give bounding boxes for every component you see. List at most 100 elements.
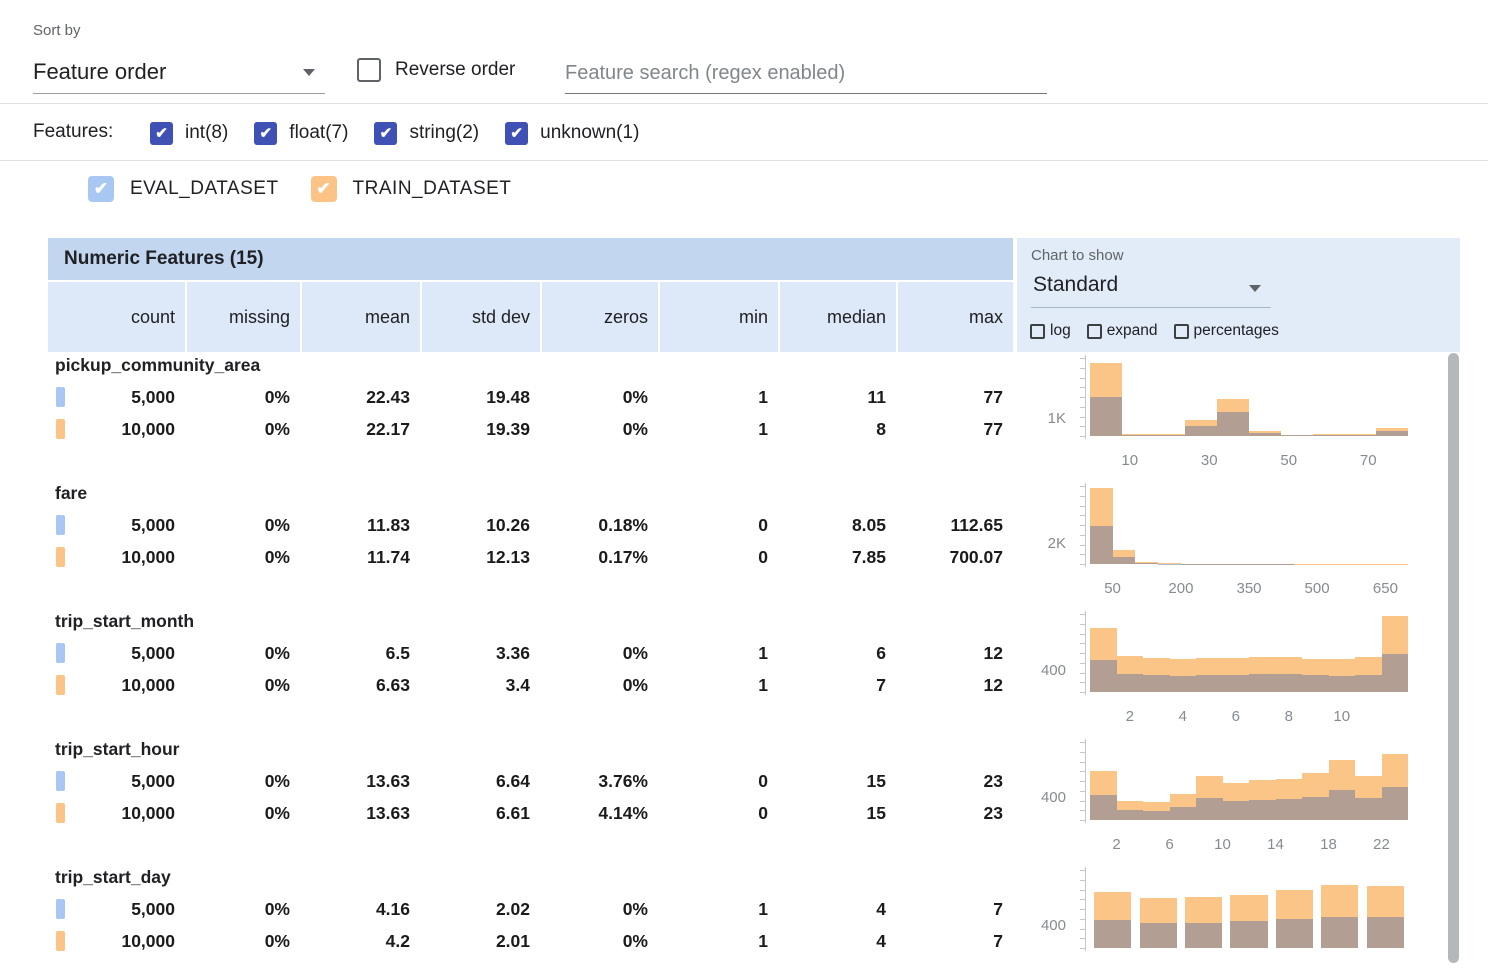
x-axis-tick-label: 10: [1320, 708, 1364, 725]
checkbox-checked-icon[interactable]: ✔: [505, 122, 528, 145]
stat-train-median: 8: [780, 414, 896, 444]
y-axis-tick: [1080, 781, 1085, 782]
histogram-plot[interactable]: [1090, 486, 1408, 564]
histogram-bar-eval: [1355, 798, 1382, 820]
histogram-bar-eval: [1367, 917, 1404, 948]
histogram-bar-eval: [1196, 675, 1223, 692]
stat-train-max: 700.07: [898, 542, 1013, 572]
histogram-bar-eval: [1090, 660, 1117, 692]
stat-train-count: 10,000: [48, 926, 185, 956]
y-axis-tick: [1080, 752, 1085, 753]
stat-eval-zeros: 0.18%: [542, 510, 658, 540]
feature-type-label: unknown(1): [540, 122, 639, 144]
feature-type-filters: ✔int(8)✔float(7)✔string(2)✔unknown(1): [150, 117, 639, 149]
checkbox-checked-icon[interactable]: ✔: [88, 176, 114, 202]
dataset-toggle-train_dataset[interactable]: ✔TRAIN_DATASET: [311, 176, 512, 202]
stat-train-zeros: 0.17%: [542, 542, 658, 572]
histogram-bar-eval: [1140, 923, 1177, 948]
dataset-toggle-eval_dataset[interactable]: ✔EVAL_DATASET: [88, 176, 279, 202]
feature-type-filter-float[interactable]: ✔ float(7): [254, 122, 348, 145]
y-axis-tick: [1080, 397, 1085, 398]
histogram-bar-eval: [1223, 675, 1250, 692]
histogram-plot[interactable]: [1090, 742, 1408, 820]
histogram-bar-eval: [1122, 435, 1154, 436]
stat-train-std-dev: 3.4: [422, 670, 540, 700]
feature-row-trip_start_month: trip_start_month5,0000%6.53.360%161210,0…: [48, 608, 1460, 736]
y-axis-tick: [1080, 870, 1085, 871]
histogram-bar-eval: [1376, 431, 1408, 436]
y-axis-tick: [1080, 801, 1085, 802]
y-axis-tick: [1080, 624, 1085, 625]
histogram-bar-eval: [1276, 674, 1303, 692]
y-axis-line: [1085, 355, 1086, 439]
y-axis-tick: [1080, 692, 1085, 693]
stat-train-min: 1: [660, 926, 778, 956]
y-axis-label: 400: [1028, 662, 1066, 679]
stat-train-std-dev: 2.01: [422, 926, 540, 956]
feature-histogram: 400246810: [1028, 614, 1460, 734]
chart-type-dropdown[interactable]: Standard: [1031, 268, 1271, 308]
stat-eval-count: 5,000: [48, 766, 185, 796]
feature-type-filter-string[interactable]: ✔string(2): [374, 122, 479, 145]
feature-type-label: float(7): [289, 122, 348, 144]
chart-toggle-percentages[interactable]: percentages: [1174, 322, 1279, 340]
histogram-bar-eval: [1302, 675, 1329, 692]
histogram-plot[interactable]: [1090, 358, 1408, 436]
stat-eval-zeros: 3.76%: [542, 766, 658, 796]
histogram-bar-eval: [1170, 807, 1197, 820]
stat-eval-max: 12: [898, 638, 1013, 668]
feature-name: fare: [55, 483, 87, 504]
stat-train-zeros: 0%: [542, 926, 658, 956]
y-axis-tick: [1080, 358, 1085, 359]
stat-eval-count: 5,000: [48, 638, 185, 668]
stat-eval-zeros: 0%: [542, 638, 658, 668]
reverse-order-control[interactable]: Reverse order: [357, 58, 515, 82]
stat-eval-min: 1: [660, 638, 778, 668]
x-axis-tick-label: 4: [1161, 708, 1205, 725]
sort-order-dropdown[interactable]: Feature order: [33, 52, 325, 94]
x-axis-tick-label: 6: [1214, 708, 1258, 725]
checkbox-unchecked-icon[interactable]: [1030, 324, 1045, 339]
histogram-bar-eval: [1135, 563, 1158, 564]
checkbox-unchecked-icon[interactable]: [1087, 324, 1102, 339]
stat-eval-mean: 4.16: [302, 894, 420, 924]
histogram-bar-eval: [1143, 675, 1170, 692]
reverse-order-checkbox[interactable]: [357, 58, 381, 82]
checkbox-checked-icon[interactable]: ✔: [311, 176, 337, 202]
chart-toggle-expand[interactable]: expand: [1087, 322, 1158, 340]
vertical-scrollbar[interactable]: [1448, 353, 1459, 963]
y-axis-tick: [1080, 909, 1085, 910]
y-axis-tick: [1080, 486, 1085, 487]
y-axis-tick: [1080, 899, 1085, 900]
histogram-bar-eval: [1276, 919, 1313, 948]
y-axis-tick: [1080, 791, 1085, 792]
checkbox-checked-icon[interactable]: ✔: [254, 122, 277, 145]
histogram-bar-eval: [1170, 676, 1197, 692]
histogram-plot[interactable]: [1090, 614, 1408, 692]
histogram-bar-eval: [1094, 920, 1131, 948]
column-header-zeros: zeros: [542, 282, 658, 352]
stat-train-missing: 0%: [187, 798, 300, 828]
checkbox-checked-icon[interactable]: ✔: [374, 122, 397, 145]
histogram-plot[interactable]: [1090, 870, 1408, 948]
y-axis-tick: [1080, 663, 1085, 664]
y-axis-tick: [1080, 890, 1085, 891]
y-axis-tick: [1080, 535, 1085, 536]
feature-search-input[interactable]: [565, 54, 1047, 94]
checkbox-unchecked-icon[interactable]: [1174, 324, 1189, 339]
feature-name: trip_start_day: [55, 867, 171, 888]
stat-eval-mean: 6.5: [302, 638, 420, 668]
column-header-missing: missing: [187, 282, 300, 352]
chart-toggle-log[interactable]: log: [1030, 322, 1071, 340]
checkbox-checked-icon[interactable]: ✔: [150, 122, 173, 145]
stat-train-median: 7: [780, 670, 896, 700]
feature-type-filter-unknown[interactable]: ✔ unknown(1): [505, 122, 639, 145]
histogram-bar-eval: [1313, 435, 1345, 436]
y-axis-tick: [1080, 496, 1085, 497]
stat-train-min: 0: [660, 798, 778, 828]
histogram-bar-eval: [1217, 412, 1249, 436]
histogram-bar-eval: [1117, 674, 1144, 692]
stat-eval-missing: 0%: [187, 510, 300, 540]
feature-type-filter-int[interactable]: ✔int(8): [150, 122, 228, 145]
x-axis-tick-label: 50: [1267, 452, 1311, 469]
